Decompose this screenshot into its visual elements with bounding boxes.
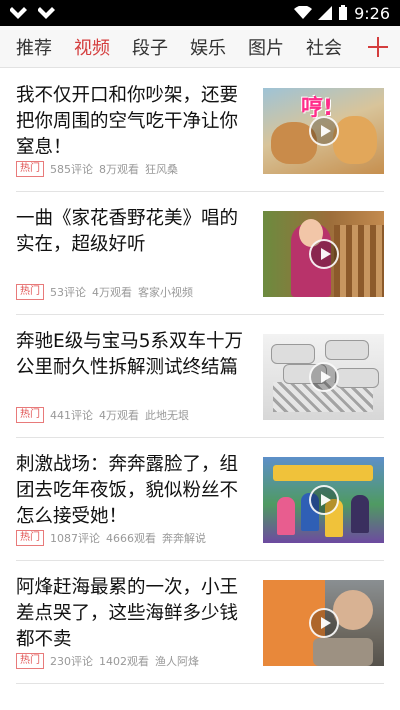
- comment-count: 441评论: [50, 409, 93, 422]
- source-name: 此地无垠: [145, 409, 189, 422]
- add-channel-button[interactable]: [342, 26, 400, 67]
- category-tab-bar: 推荐 视频 段子 娱乐 图片 社会: [0, 26, 400, 68]
- tab-4[interactable]: 图片: [237, 26, 295, 67]
- tab-3[interactable]: 娱乐: [179, 26, 237, 67]
- view-count: 1402观看: [99, 655, 149, 668]
- clock: 9:26: [354, 3, 390, 23]
- signal-icon: [318, 6, 333, 20]
- dog-figure: [333, 116, 377, 164]
- feed-item-meta: 热门 53评论 4万观看 客家小视频: [16, 284, 193, 300]
- tab-1[interactable]: 视频: [63, 26, 121, 67]
- source-name: 狂风桑: [145, 163, 178, 176]
- play-icon[interactable]: [308, 362, 339, 392]
- app-notification-icon: [38, 7, 55, 19]
- wifi-icon: [294, 6, 313, 19]
- play-icon[interactable]: [308, 116, 339, 146]
- video-thumbnail[interactable]: [263, 334, 384, 420]
- person-face: [333, 590, 373, 630]
- game-character: [351, 495, 369, 533]
- feed-item-title[interactable]: 刺激战场：奔奔露脸了，组团去吃年夜饭，貌似粉丝不怎么接受她！: [16, 452, 248, 530]
- hot-tag: 热门: [16, 284, 44, 300]
- feed-item-title[interactable]: 奔驰E级与宝马5系双车十万公里耐久性拆解测试终结篇: [16, 329, 248, 381]
- feed-item-title[interactable]: 一曲《家花香野花美》唱的实在，超级好听: [16, 206, 248, 258]
- feed-item-meta: 热门 230评论 1402观看 渔人阿烽: [16, 653, 199, 669]
- feed-item[interactable]: 刺激战场：奔奔露脸了，组团去吃年夜饭，貌似粉丝不怎么接受她！ 热门 1087评论 46…: [16, 438, 384, 561]
- play-icon[interactable]: [308, 608, 339, 638]
- view-count: 4万观看: [92, 286, 132, 299]
- source-name: 渔人阿烽: [155, 655, 199, 668]
- play-icon[interactable]: [308, 239, 339, 269]
- feed-item-meta: 热门 1087评论 4666观看 奔奔解说: [16, 530, 206, 546]
- source-name: 客家小视频: [138, 286, 193, 299]
- view-count: 4万观看: [99, 409, 139, 422]
- car-body: [325, 340, 369, 360]
- car-body: [335, 368, 379, 388]
- feed-item-meta: 热门 441评论 4万观看 此地无垠: [16, 407, 189, 423]
- feed-item[interactable]: 奔驰E级与宝马5系双车十万公里耐久性拆解测试终结篇热门 441评论 4万观看 此地无垠: [16, 315, 384, 438]
- game-banner: [273, 465, 373, 481]
- video-thumbnail[interactable]: 哼!: [263, 88, 384, 174]
- feed-item[interactable]: 我不仅开口和你吵架，还要把你周围的空气吃干净让你窒息！ 热门 585评论 8万观看 狂风…: [16, 69, 384, 192]
- feed-item-title[interactable]: 我不仅开口和你吵架，还要把你周围的空气吃干净让你窒息！: [16, 83, 248, 161]
- play-icon[interactable]: [308, 485, 339, 515]
- hot-tag: 热门: [16, 653, 44, 669]
- video-thumbnail[interactable]: [263, 457, 384, 543]
- video-feed: 我不仅开口和你吵架，还要把你周围的空气吃干净让你窒息！ 热门 585评论 8万观看 狂风…: [0, 69, 400, 684]
- app-notification-icon: [10, 7, 27, 19]
- notification-icons: [10, 5, 60, 21]
- fence: [334, 225, 384, 297]
- hot-tag: 热门: [16, 407, 44, 423]
- video-thumbnail[interactable]: [263, 580, 384, 666]
- game-character: [277, 497, 295, 535]
- status-bar: 9:26: [0, 0, 400, 26]
- tab-2[interactable]: 段子: [121, 26, 179, 67]
- feed-item-title[interactable]: 阿烽赶海最累的一次，小王差点哭了，这些海鲜多少钱都不卖: [16, 575, 248, 653]
- source-name: 奔奔解说: [162, 532, 206, 545]
- feed-item-meta: 热门 585评论 8万观看 狂风桑: [16, 161, 178, 177]
- tab-0[interactable]: 推荐: [0, 26, 63, 67]
- hot-tag: 热门: [16, 161, 44, 177]
- feed-item[interactable]: 阿烽赶海最累的一次，小王差点哭了，这些海鲜多少钱都不卖 热门 230评论 1402观看…: [16, 561, 384, 684]
- feed-item[interactable]: 一曲《家花香野花美》唱的实在，超级好听热门 53评论 4万观看 客家小视频: [16, 192, 384, 315]
- video-thumbnail[interactable]: [263, 211, 384, 297]
- comment-count: 585评论: [50, 163, 93, 176]
- view-count: 8万观看: [99, 163, 139, 176]
- plus-icon: [368, 36, 388, 57]
- view-count: 4666观看: [106, 532, 156, 545]
- car-body: [271, 344, 315, 364]
- hot-tag: 热门: [16, 530, 44, 546]
- comment-count: 1087评论: [50, 532, 100, 545]
- comment-count: 230评论: [50, 655, 93, 668]
- battery-icon: [339, 5, 348, 20]
- hands: [313, 638, 373, 666]
- comment-count: 53评论: [50, 286, 86, 299]
